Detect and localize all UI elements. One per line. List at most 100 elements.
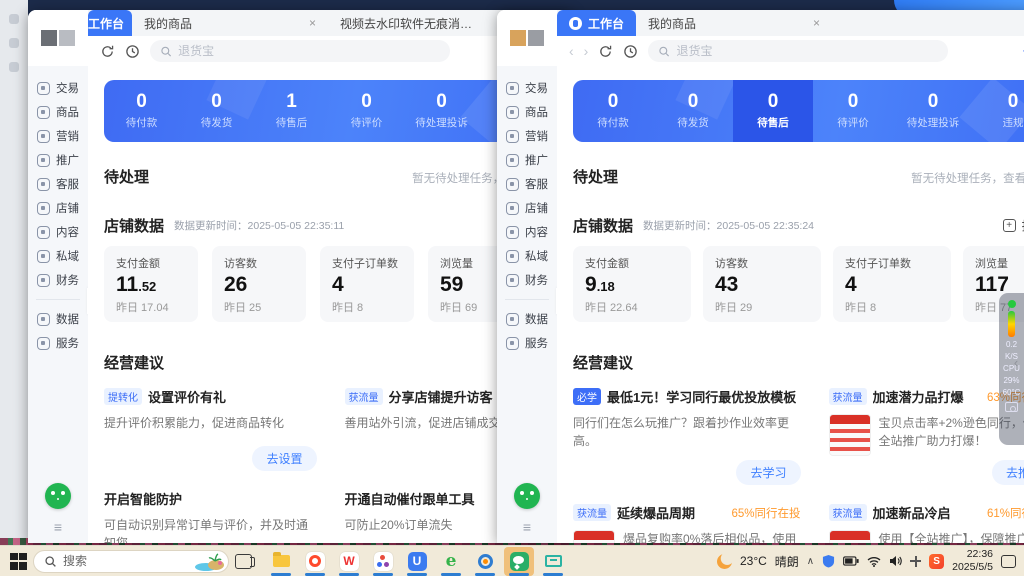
tab-workbench[interactable]: 工作台 xyxy=(88,10,132,36)
tab-close-icon[interactable]: × xyxy=(309,16,316,30)
u-shield-app-icon[interactable]: U xyxy=(402,547,432,576)
security-shield-icon[interactable] xyxy=(822,554,835,568)
data-card[interactable]: 访客数 43 昨日 29 xyxy=(703,246,821,322)
sidebar-item[interactable]: 财务 xyxy=(28,268,88,292)
wifi-icon[interactable] xyxy=(867,556,881,567)
sidebar-item[interactable]: 店铺 xyxy=(497,196,557,220)
sidebar-item[interactable]: 内容 xyxy=(28,220,88,244)
add-indicator-icon[interactable]: + xyxy=(1003,219,1016,232)
banner-stat[interactable]: 0 待售后 xyxy=(733,80,813,142)
sidebar-item[interactable]: 客服 xyxy=(28,172,88,196)
hidden-icons-caret[interactable]: ∧ xyxy=(807,556,814,567)
go-settings-button[interactable]: 去设置 xyxy=(252,446,316,471)
menu-icon xyxy=(37,178,50,191)
search-icon xyxy=(44,555,57,568)
sidebar-item[interactable]: 店铺 xyxy=(28,196,88,220)
battery-icon[interactable] xyxy=(843,556,859,566)
seller-workbench-window-left: 工作台 我的商品× 视频去水印软件无痕消除文...× 交易商品营销推广客服店铺内… xyxy=(28,10,573,543)
screenshot-icon[interactable] xyxy=(1005,402,1018,412)
taskbar-search[interactable] xyxy=(33,550,229,573)
weather-condition[interactable]: 晴朗 xyxy=(775,553,799,570)
file-explorer-icon[interactable] xyxy=(266,547,296,576)
sidebar-item[interactable]: 私域 xyxy=(28,244,88,268)
sidebar-item[interactable]: 私域 xyxy=(497,244,557,268)
todo-empty-text[interactable]: 暂无待处理任务，查看全部› xyxy=(911,170,1024,186)
sync-app-icon[interactable] xyxy=(470,547,500,576)
banner-stat[interactable]: 0 违规 xyxy=(973,80,1024,142)
search-input[interactable] xyxy=(178,44,440,58)
task-view-icon[interactable] xyxy=(235,554,252,569)
sidebar-item[interactable]: 商品 xyxy=(497,100,557,124)
hamburger-menu-icon[interactable]: ≡ xyxy=(523,519,531,535)
data-card[interactable]: 支付金额 11.52 昨日 17.04 xyxy=(104,246,198,322)
history-clock-icon[interactable] xyxy=(623,44,638,59)
sidebar-item[interactable]: 财务 xyxy=(497,268,557,292)
assistant-avatar[interactable] xyxy=(514,483,540,509)
green-e-browser-icon[interactable]: e xyxy=(436,547,466,576)
banner-stat[interactable]: 0 待付款 xyxy=(104,80,179,142)
tab-close-icon[interactable]: × xyxy=(813,16,820,30)
data-card[interactable]: 支付子订单数 4 昨日 8 xyxy=(320,246,414,322)
history-clock-icon[interactable] xyxy=(125,44,140,59)
weather-moon-icon[interactable] xyxy=(717,554,732,569)
wechat-icon[interactable] xyxy=(504,547,534,576)
go-promote-button[interactable]: 去推广 xyxy=(992,460,1024,485)
search-bar[interactable] xyxy=(150,40,450,62)
start-button[interactable] xyxy=(10,553,27,570)
taskbar-search-input[interactable] xyxy=(63,554,163,568)
sidebar-item[interactable]: 交易 xyxy=(28,76,88,100)
input-method-icon[interactable] xyxy=(910,556,921,567)
assistant-avatar[interactable] xyxy=(45,483,71,509)
search-bar[interactable] xyxy=(648,40,948,62)
sidebar-item[interactable]: 服务 xyxy=(497,331,557,355)
tab-my-products[interactable]: 我的商品× xyxy=(132,10,328,36)
banner-stat[interactable]: 0 待评价 xyxy=(813,80,893,142)
sidebar-item[interactable]: 营销 xyxy=(28,124,88,148)
nav-back-icon[interactable]: ‹ xyxy=(569,44,574,58)
taskbar-clock[interactable]: 22:36 2025/5/5 xyxy=(952,548,993,574)
banner-stat[interactable]: 0 待处理投诉 xyxy=(404,80,479,142)
system-monitor-widget[interactable]: 0.2 K/S CPU 29% 60°C xyxy=(999,293,1024,445)
red-ring-app-icon[interactable] xyxy=(300,547,330,576)
nav-forward-icon[interactable]: › xyxy=(584,44,589,58)
sogou-input-icon[interactable]: S xyxy=(929,554,944,569)
search-input[interactable] xyxy=(677,44,939,58)
app-logo xyxy=(28,10,88,66)
sidebar-item[interactable]: 推广 xyxy=(497,148,557,172)
volume-icon[interactable] xyxy=(889,555,902,567)
tab-workbench[interactable]: 工作台 xyxy=(557,10,636,36)
tri-dot-app-icon[interactable] xyxy=(368,547,398,576)
screen-mirror-icon[interactable] xyxy=(538,547,568,576)
refresh-icon[interactable] xyxy=(598,44,613,59)
data-card[interactable]: 访客数 26 昨日 25 xyxy=(212,246,306,322)
sidebar-item[interactable]: 内容 xyxy=(497,220,557,244)
tab-watermark-remover[interactable]: 视频去水印软件无痕消除文...× xyxy=(328,10,524,36)
refresh-icon[interactable] xyxy=(100,44,115,59)
banner-stat[interactable]: 0 待发货 xyxy=(653,80,733,142)
tab-my-products[interactable]: 我的商品× xyxy=(636,10,832,36)
tag-badge: 获流量 xyxy=(829,504,867,521)
sidebar-item[interactable]: 客服 xyxy=(497,172,557,196)
go-learn-button[interactable]: 去学习 xyxy=(736,460,800,485)
sidebar-item[interactable]: 营销 xyxy=(497,124,557,148)
sidebar-item[interactable]: 交易 xyxy=(497,76,557,100)
sidebar-item[interactable]: 服务 xyxy=(28,331,88,355)
weather-temp[interactable]: 23°C xyxy=(740,554,767,568)
net-unit: K/S xyxy=(1005,352,1018,361)
notification-center-icon[interactable] xyxy=(1001,555,1016,568)
sidebar-item[interactable]: 数据 xyxy=(497,307,557,331)
data-card[interactable]: 支付金额 9.18 昨日 22.64 xyxy=(573,246,691,322)
banner-stat[interactable]: 0 待评价 xyxy=(329,80,404,142)
data-card[interactable]: 支付子订单数 4 昨日 8 xyxy=(833,246,951,322)
menu-icon xyxy=(37,274,50,287)
banner-stat[interactable]: 0 待付款 xyxy=(573,80,653,142)
sidebar-item[interactable]: 数据 xyxy=(28,307,88,331)
sidebar-item[interactable]: 商品 xyxy=(28,100,88,124)
sidebar-item[interactable]: 推广 xyxy=(28,148,88,172)
wps-icon[interactable]: W xyxy=(334,547,364,576)
banner-stat[interactable]: 0 待发货 xyxy=(179,80,254,142)
hamburger-menu-icon[interactable]: ≡ xyxy=(54,519,62,535)
banner-stat[interactable]: 1 待售后 xyxy=(254,80,329,142)
menu-icon xyxy=(506,274,519,287)
banner-stat[interactable]: 0 待处理投诉 xyxy=(893,80,973,142)
